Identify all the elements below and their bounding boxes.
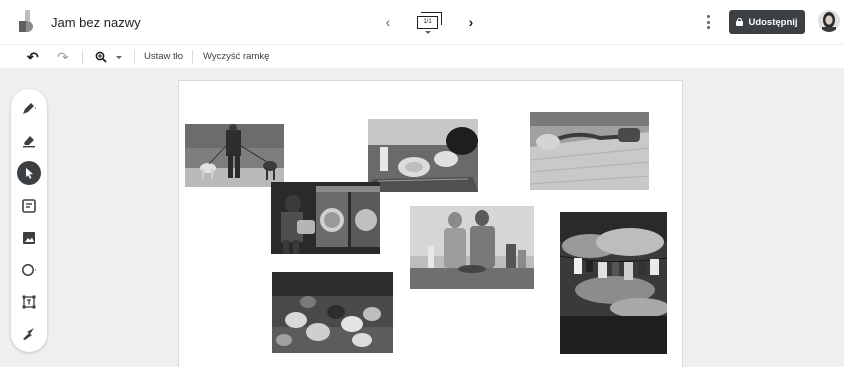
set-background-button[interactable]: Ustaw tło [144,48,183,66]
next-frame-icon[interactable]: › [463,13,479,31]
edit-toolbar: ↶ ↷ Ustaw tło Wyczyść ramkę [0,44,844,68]
frame-indicator-button[interactable]: 1/1 [412,9,444,37]
photo-chickens-feeding[interactable] [272,272,393,353]
redo-icon[interactable]: ↷ [57,48,69,66]
frame-counter: 1/1 [417,16,438,29]
more-options-icon[interactable] [702,12,716,32]
lock-icon [736,18,744,26]
sticky-note-icon[interactable] [18,195,40,217]
text-box-icon[interactable] [18,291,40,313]
share-button[interactable]: Udostępnij [729,10,805,34]
chevron-down-icon [425,31,431,34]
divider [82,50,83,64]
document-title[interactable]: Jam bez nazwy [51,15,141,30]
eraser-icon[interactable] [18,129,40,151]
laser-icon[interactable] [18,323,40,345]
jamboard-logo-icon[interactable] [18,10,36,34]
share-button-label: Udostępnij [748,16,798,28]
top-bar: Jam bez nazwy ‹ 1/1 › Udostępnij [0,0,844,44]
divider [134,50,135,64]
photo-dishes-in-dishwasher[interactable] [368,119,478,192]
pen-icon[interactable] [18,97,40,119]
avatar[interactable] [818,10,840,32]
zoom-icon[interactable] [95,48,107,66]
select-icon[interactable] [17,161,41,185]
previous-frame-icon[interactable]: ‹ [380,13,396,31]
photo-vacuum-cleaning-floor[interactable] [530,112,649,190]
photo-people-walking-dogs[interactable] [185,124,284,187]
tool-palette [11,89,47,352]
image-icon[interactable] [18,227,40,249]
clear-frame-button[interactable]: Wyczyść ramkę [203,48,269,66]
photo-couple-cooking[interactable] [410,206,534,289]
divider [192,50,193,64]
undo-icon[interactable]: ↶ [27,48,39,66]
photo-person-with-laundry[interactable] [271,182,380,254]
zoom-dropdown-icon[interactable] [116,56,122,59]
photo-laundry-on-clothesline[interactable] [560,212,667,354]
circle-icon[interactable] [18,259,40,281]
